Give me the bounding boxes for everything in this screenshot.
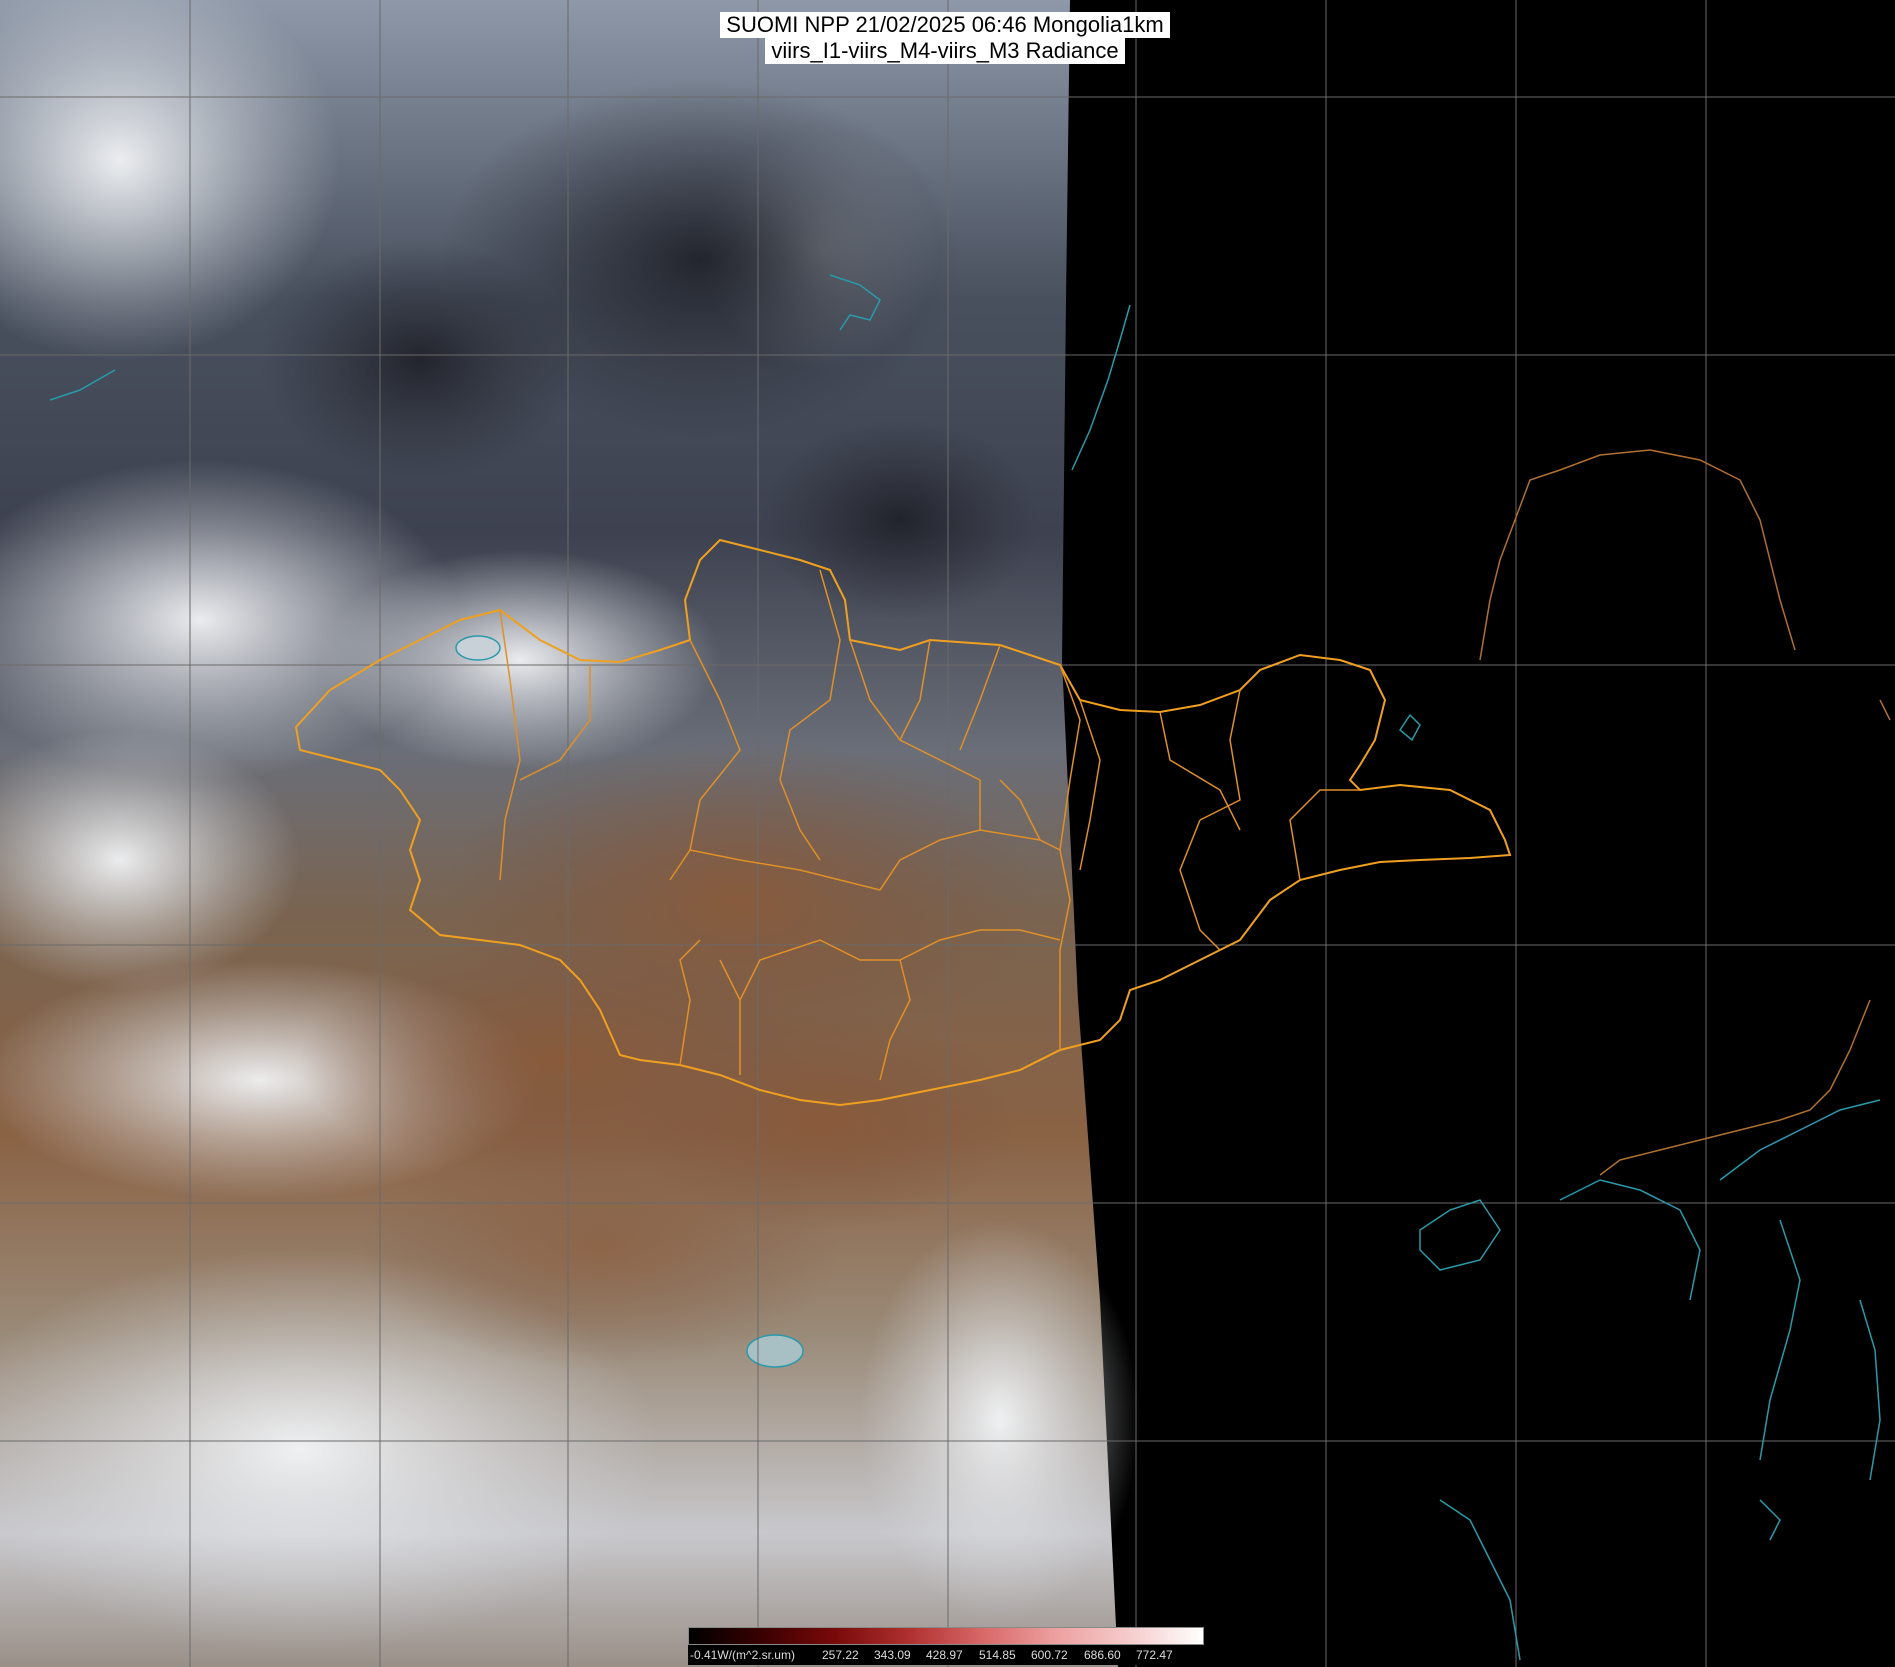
legend-tick: 772.47 bbox=[1136, 1648, 1173, 1662]
color-scale-legend: -0.41W/(m^2.sr.um) 257.22 343.09 428.97 … bbox=[688, 1627, 1204, 1667]
legend-tick: 686.60 bbox=[1084, 1648, 1121, 1662]
satellite-map[interactable] bbox=[0, 0, 1895, 1667]
legend-tick: 514.85 bbox=[979, 1648, 1016, 1662]
legend-unit-label: -0.41W/(m^2.sr.um) bbox=[690, 1648, 795, 1662]
color-scale-bar bbox=[688, 1627, 1204, 1645]
legend-tick: 428.97 bbox=[926, 1648, 963, 1662]
legend-tick: 600.72 bbox=[1031, 1648, 1068, 1662]
color-scale-labels: -0.41W/(m^2.sr.um) 257.22 343.09 428.97 … bbox=[688, 1645, 1204, 1665]
legend-tick: 257.22 bbox=[822, 1648, 859, 1662]
legend-tick: 343.09 bbox=[874, 1648, 911, 1662]
